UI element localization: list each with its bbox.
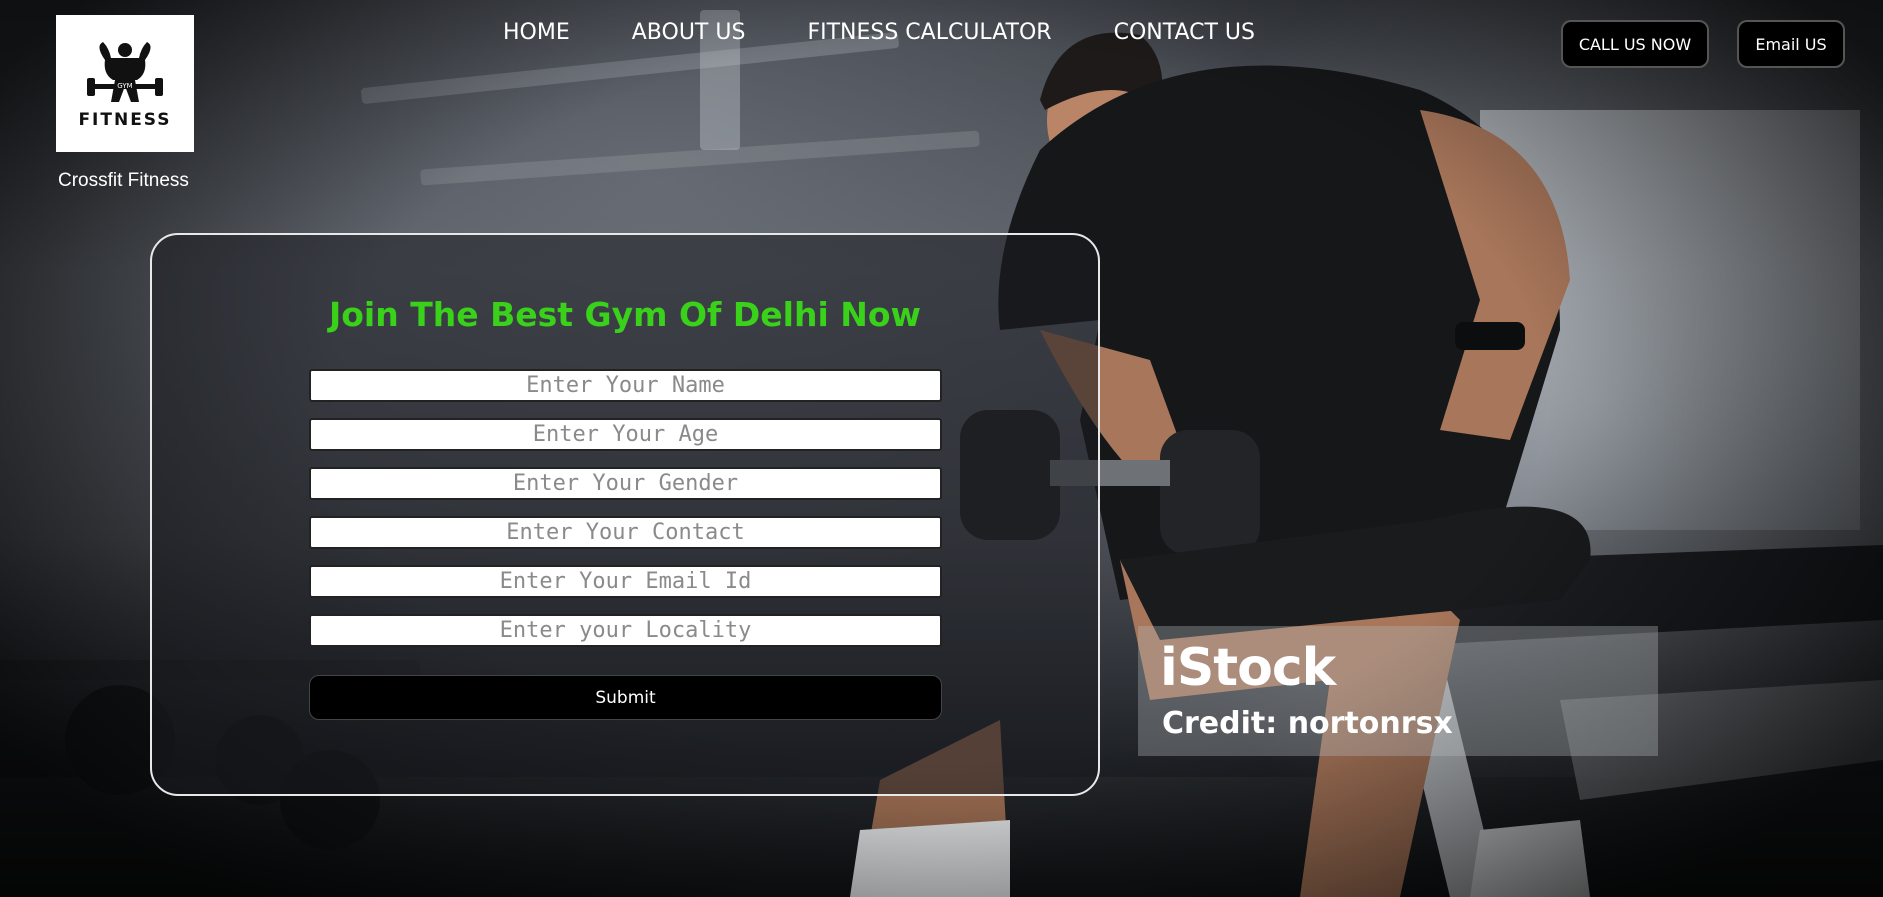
submit-button[interactable]: Submit <box>309 675 942 720</box>
bodybuilder-icon: GYM <box>87 41 163 102</box>
watermark-credit: Credit: nortonrsx <box>1162 706 1453 741</box>
hero-section: GYM FITNESS Crossfit Fitness HOME ABOUT … <box>0 0 1883 897</box>
locality-field[interactable] <box>309 614 942 647</box>
email-us-button[interactable]: Email US <box>1737 20 1845 68</box>
contact-field[interactable] <box>309 516 942 549</box>
logo-badge: GYM <box>117 82 132 90</box>
call-us-button[interactable]: CALL US NOW <box>1561 20 1709 68</box>
stock-watermark: iStock Credit: nortonrsx <box>1138 626 1658 756</box>
nav-contact-us[interactable]: CONTACT US <box>1114 20 1255 45</box>
nav-home[interactable]: HOME <box>503 20 570 45</box>
main-nav: HOME ABOUT US FITNESS CALCULATOR CONTACT… <box>503 20 1255 45</box>
nav-about-us[interactable]: ABOUT US <box>632 20 746 45</box>
logo-wordmark: FITNESS <box>78 109 172 130</box>
gym-logo[interactable]: GYM FITNESS <box>56 15 194 152</box>
watermark-brand: iStock <box>1160 638 1336 698</box>
name-field[interactable] <box>309 369 942 402</box>
nav-fitness-calculator[interactable]: FITNESS CALCULATOR <box>807 20 1051 45</box>
gender-field[interactable] <box>309 467 942 500</box>
join-form-card: Join The Best Gym Of Delhi Now Submit <box>150 233 1100 796</box>
email-field[interactable] <box>309 565 942 598</box>
age-field[interactable] <box>309 418 942 451</box>
site-name: Crossfit Fitness <box>58 170 189 191</box>
form-title: Join The Best Gym Of Delhi Now <box>328 295 922 334</box>
